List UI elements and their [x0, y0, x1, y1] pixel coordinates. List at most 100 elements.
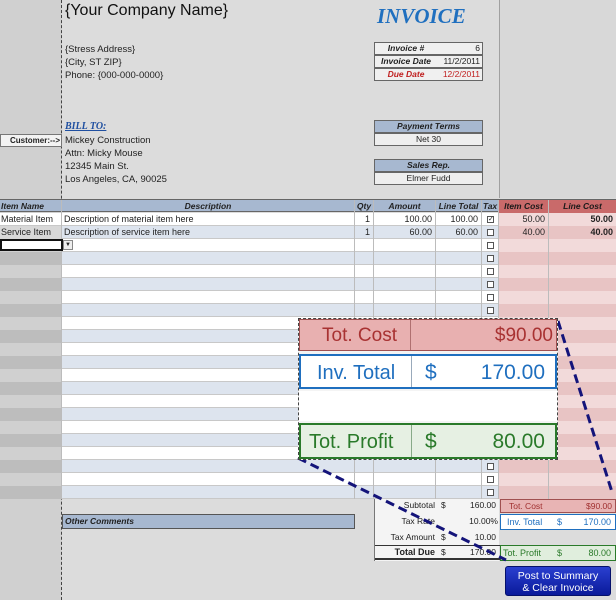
row-tax-cell[interactable]	[482, 226, 499, 239]
empty-cell[interactable]	[549, 486, 616, 499]
empty-cell[interactable]	[374, 265, 436, 278]
row-item-cost[interactable]: 40.00	[499, 226, 549, 239]
empty-cell[interactable]	[62, 252, 355, 265]
row-item-name[interactable]: Material Item	[0, 213, 62, 226]
empty-cell[interactable]	[0, 356, 62, 369]
invoice-number-value[interactable]: 6	[475, 43, 480, 54]
tax-checkbox[interactable]	[487, 229, 494, 236]
empty-cell[interactable]	[62, 460, 355, 473]
empty-cell[interactable]	[0, 369, 62, 382]
empty-cell[interactable]	[499, 239, 549, 252]
sales-rep-value-box[interactable]: Elmer Fudd	[374, 172, 483, 185]
empty-cell[interactable]	[0, 317, 62, 330]
empty-table-row[interactable]	[0, 265, 616, 278]
payment-terms-value-box[interactable]: Net 30	[374, 133, 483, 146]
empty-cell[interactable]	[0, 330, 62, 343]
empty-table-row[interactable]	[0, 278, 616, 291]
empty-cell[interactable]	[482, 239, 499, 252]
row-item-cost[interactable]: 50.00	[499, 213, 549, 226]
empty-cell[interactable]	[62, 239, 355, 252]
empty-cell[interactable]	[436, 252, 482, 265]
empty-cell[interactable]	[355, 291, 374, 304]
invoice-date-value[interactable]: 11/2/2011	[443, 56, 480, 67]
empty-table-row[interactable]	[0, 304, 616, 317]
empty-cell[interactable]	[549, 252, 616, 265]
tax-checkbox[interactable]	[487, 281, 494, 288]
empty-cell[interactable]	[62, 304, 355, 317]
empty-cell[interactable]	[482, 291, 499, 304]
empty-cell[interactable]	[374, 278, 436, 291]
company-address[interactable]: {Stress Address}	[65, 44, 135, 55]
empty-cell[interactable]	[436, 473, 482, 486]
empty-cell[interactable]	[0, 460, 62, 473]
tax-rate-value[interactable]: 10.00%	[441, 516, 498, 526]
empty-cell[interactable]	[374, 291, 436, 304]
row-item-name[interactable]: Service Item	[0, 226, 62, 239]
tax-checkbox[interactable]	[487, 255, 494, 262]
row-tax-cell[interactable]: ✓	[482, 213, 499, 226]
customer-name[interactable]: Mickey Construction	[65, 135, 151, 146]
empty-table-row[interactable]	[0, 252, 616, 265]
empty-cell[interactable]	[0, 447, 62, 460]
empty-cell[interactable]	[0, 473, 62, 486]
empty-cell[interactable]	[499, 265, 549, 278]
empty-cell[interactable]	[0, 278, 62, 291]
empty-cell[interactable]	[499, 460, 549, 473]
item-dropdown-button[interactable]: ▼	[63, 240, 73, 250]
empty-cell[interactable]	[549, 447, 616, 460]
empty-cell[interactable]	[549, 408, 616, 421]
empty-cell[interactable]	[0, 265, 62, 278]
empty-cell[interactable]	[549, 291, 616, 304]
empty-cell[interactable]	[355, 239, 374, 252]
empty-cell[interactable]	[436, 460, 482, 473]
payment-terms-value[interactable]: Net 30	[416, 134, 441, 144]
empty-cell[interactable]	[482, 252, 499, 265]
empty-table-row[interactable]	[0, 460, 616, 473]
tax-checkbox[interactable]	[487, 294, 494, 301]
empty-cell[interactable]	[0, 304, 62, 317]
empty-cell[interactable]	[374, 304, 436, 317]
empty-cell[interactable]	[436, 291, 482, 304]
customer-city[interactable]: Los Angeles, CA, 90025	[65, 174, 167, 185]
row-amount[interactable]: 100.00	[374, 213, 436, 226]
tax-checkbox-checked[interactable]: ✓	[487, 216, 494, 223]
row-qty[interactable]: 1	[355, 226, 374, 239]
tax-checkbox[interactable]	[487, 268, 494, 275]
empty-cell[interactable]	[549, 434, 616, 447]
empty-cell[interactable]	[499, 252, 549, 265]
empty-cell[interactable]	[482, 486, 499, 499]
empty-cell[interactable]	[355, 252, 374, 265]
empty-cell[interactable]	[355, 460, 374, 473]
empty-cell[interactable]	[0, 434, 62, 447]
empty-cell[interactable]	[549, 460, 616, 473]
table-row[interactable]: Service Item Description of service item…	[0, 226, 616, 239]
company-city[interactable]: {City, ST ZIP}	[65, 57, 122, 68]
empty-cell[interactable]	[62, 291, 355, 304]
empty-cell[interactable]	[499, 278, 549, 291]
row-description[interactable]: Description of service item here	[62, 226, 355, 239]
empty-cell[interactable]	[549, 356, 616, 369]
empty-cell[interactable]	[482, 460, 499, 473]
empty-cell[interactable]	[436, 239, 482, 252]
empty-cell[interactable]	[355, 278, 374, 291]
tax-checkbox[interactable]	[487, 489, 494, 496]
empty-cell[interactable]	[374, 473, 436, 486]
selected-item-cell[interactable]	[0, 239, 63, 251]
empty-cell[interactable]	[549, 265, 616, 278]
empty-cell[interactable]	[549, 382, 616, 395]
empty-cell[interactable]	[549, 369, 616, 382]
customer-street[interactable]: 12345 Main St.	[65, 161, 129, 172]
empty-cell[interactable]	[374, 460, 436, 473]
empty-cell[interactable]	[355, 486, 374, 499]
empty-cell[interactable]	[499, 486, 549, 499]
empty-cell[interactable]	[549, 395, 616, 408]
company-name[interactable]: {Your Company Name}	[65, 2, 228, 20]
empty-cell[interactable]	[355, 265, 374, 278]
empty-table-row[interactable]	[0, 486, 616, 499]
empty-cell[interactable]	[436, 278, 482, 291]
tax-checkbox[interactable]	[487, 463, 494, 470]
post-to-summary-button[interactable]: Post to Summary & Clear Invoice	[505, 566, 611, 596]
empty-cell[interactable]	[0, 395, 62, 408]
empty-cell[interactable]	[499, 291, 549, 304]
empty-cell[interactable]	[436, 486, 482, 499]
